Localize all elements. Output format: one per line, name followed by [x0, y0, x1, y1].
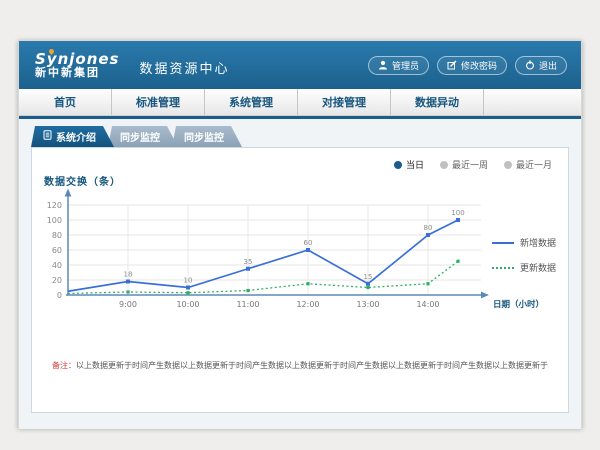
radio-icon: [440, 161, 448, 169]
tab-system-intro[interactable]: 系统介绍: [31, 126, 114, 147]
change-password-button[interactable]: 修改密码: [437, 56, 507, 75]
svg-text:14:00: 14:00: [416, 300, 439, 309]
tab-sync-monitor-1[interactable]: 同步监控: [108, 126, 178, 147]
svg-text:120: 120: [47, 201, 62, 210]
main-nav: 首页 标准管理 系统管理 对接管理 数据异动: [19, 89, 581, 116]
svg-text:80: 80: [424, 224, 433, 232]
y-axis-arrow-icon: [65, 189, 72, 197]
svg-text:18: 18: [124, 271, 133, 279]
radio-icon: [504, 161, 512, 169]
svg-text:13:00: 13:00: [356, 300, 379, 309]
nav-item-home[interactable]: 首页: [19, 89, 112, 115]
nav-item-interface-mgmt[interactable]: 对接管理: [298, 89, 391, 115]
x-axis-title: 日期（小时）: [493, 299, 544, 310]
svg-text:10:00: 10:00: [176, 300, 199, 309]
user-icon: [378, 60, 388, 70]
footnote-prefix: 备注：: [52, 361, 76, 370]
footnote-text: 以上数据更新于时间产生数据以上数据更新于时间产生数据以上数据更新于时间产生数据以…: [76, 361, 548, 370]
radio-today[interactable]: 当日: [394, 158, 424, 171]
logo-brand: Synjones: [35, 51, 120, 68]
line-chart: 0 20 40 60 80 100 120 9:00 10:00 11:00 12:00 13:00 1…: [40, 188, 545, 320]
svg-text:10: 10: [184, 277, 193, 285]
nav-item-standard-mgmt[interactable]: 标准管理: [112, 89, 205, 115]
legend-new-data-label: 新增数据: [520, 236, 556, 249]
chart-gridlines: 0 20 40 60 80 100 120 9:00 10:00 11:00 12:00 13:00 1…: [47, 201, 481, 309]
radio-last-month-label: 最近一月: [516, 158, 552, 171]
y-axis: [65, 189, 72, 296]
y-axis-title: 数据交换（条）: [44, 173, 121, 188]
svg-text:35: 35: [244, 258, 253, 266]
logout-button-label: 退出: [539, 59, 557, 72]
radio-last-week-label: 最近一周: [452, 158, 488, 171]
edit-icon: [447, 60, 457, 70]
tab-sync-monitor-2-label: 同步监控: [184, 129, 224, 144]
nav-item-data-change[interactable]: 数据异动: [391, 89, 484, 115]
app-window: Synjones 新中新集团 数据资源中心 管理员 修改密码: [18, 40, 582, 428]
radio-today-label: 当日: [406, 158, 424, 171]
legend-updated-data[interactable]: 更新数据: [492, 261, 556, 274]
svg-text:0: 0: [57, 291, 62, 300]
time-range-filter: 当日 最近一周 最近一月: [394, 158, 552, 171]
admin-button[interactable]: 管理员: [368, 56, 429, 75]
x-axis-arrow-icon: [481, 292, 489, 299]
svg-text:100: 100: [47, 216, 62, 225]
svg-text:11:00: 11:00: [236, 300, 259, 309]
admin-button-label: 管理员: [392, 59, 419, 72]
logout-button[interactable]: 退出: [515, 56, 567, 75]
svg-text:9:00: 9:00: [119, 300, 137, 309]
document-icon: [43, 130, 52, 143]
legend-updated-data-label: 更新数据: [520, 261, 556, 274]
tab-sync-monitor-2[interactable]: 同步监控: [172, 126, 242, 147]
radio-last-week[interactable]: 最近一周: [440, 158, 488, 171]
svg-text:12:00: 12:00: [296, 300, 319, 309]
series-legend: 新增数据 更新数据: [492, 236, 556, 274]
legend-new-data[interactable]: 新增数据: [492, 236, 556, 249]
tab-bar: 系统介绍 同步监控 同步监控: [31, 126, 581, 147]
svg-text:15: 15: [364, 273, 373, 281]
svg-text:80: 80: [52, 231, 62, 240]
radio-selected-icon: [394, 161, 402, 169]
logo: Synjones 新中新集团: [35, 51, 120, 80]
nav-item-system-mgmt[interactable]: 系统管理: [205, 89, 298, 115]
radio-last-month[interactable]: 最近一月: [504, 158, 552, 171]
header: Synjones 新中新集团 数据资源中心 管理员 修改密码: [19, 41, 581, 89]
user-buttons: 管理员 修改密码 退出: [368, 56, 567, 75]
chart-container: 0 20 40 60 80 100 120 9:00 10:00 11:00 12:00 13:00 1…: [40, 188, 545, 324]
svg-text:20: 20: [52, 276, 62, 285]
content-area: 系统介绍 同步监控 同步监控 当日 最近一周: [19, 119, 581, 429]
page-title: 数据资源中心: [140, 54, 230, 77]
svg-text:60: 60: [304, 239, 313, 247]
svg-text:100: 100: [451, 209, 464, 217]
change-password-button-label: 修改密码: [461, 59, 497, 72]
footnote: 备注：以上数据更新于时间产生数据以上数据更新于时间产生数据以上数据更新于时间产生…: [52, 360, 557, 371]
tab-system-intro-label: 系统介绍: [56, 129, 96, 144]
blue-line-sample-icon: [492, 242, 514, 244]
logo-company: 新中新集团: [35, 67, 120, 79]
svg-text:60: 60: [52, 246, 62, 255]
power-icon: [525, 60, 535, 70]
tab-sync-monitor-1-label: 同步监控: [120, 129, 160, 144]
green-dotted-sample-icon: [492, 267, 514, 269]
chart-panel: 当日 最近一周 最近一月 数据交换（条） 0 20 40 60 80 100 120 9:00…: [31, 147, 569, 413]
svg-text:40: 40: [52, 261, 62, 270]
